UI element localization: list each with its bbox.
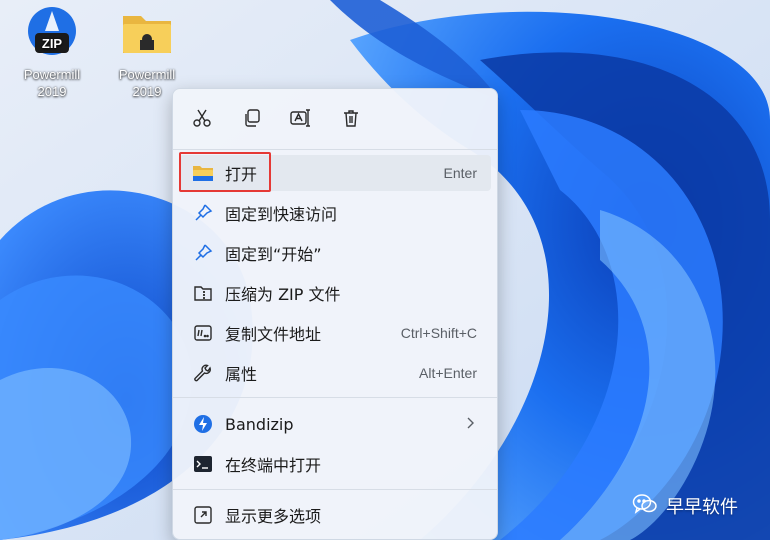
menu-item-shortcut: Ctrl+Shift+C (400, 325, 477, 341)
copy-icon (242, 108, 262, 132)
desktop-icon-label: Powermill (118, 67, 176, 82)
menu-item-pin-quick-access[interactable]: 固定到快速访问 (179, 195, 491, 231)
menu-item-label: 固定到“开始” (225, 245, 322, 264)
menu-separator (173, 397, 497, 398)
rename-icon (290, 108, 312, 132)
menu-item-label: 复制文件地址 (225, 325, 322, 344)
desktop-icon-label-line2: 2019 (37, 84, 67, 99)
zip-folder-icon (191, 281, 215, 305)
menu-item-pin-start[interactable]: 固定到“开始” (179, 235, 491, 271)
context-menu-toolbar (173, 89, 497, 149)
annotation-highlight-box (179, 152, 271, 192)
trash-icon (341, 108, 361, 132)
desktop-icon-label: Powermill (23, 67, 81, 82)
watermark-text: 早早软件 (666, 497, 738, 518)
menu-item-label: Bandizip (225, 414, 294, 434)
pin-icon (191, 241, 215, 265)
menu-separator (173, 489, 497, 490)
watermark: 早早软件 (632, 490, 738, 522)
menu-separator (173, 149, 497, 150)
rename-button[interactable] (286, 105, 316, 135)
scissors-icon (192, 108, 212, 132)
menu-item-compress-zip[interactable]: 压缩为 ZIP 文件 (179, 275, 491, 311)
folder-icon (120, 6, 174, 60)
pin-icon (191, 201, 215, 225)
bandizip-icon (191, 412, 215, 436)
more-options-icon (191, 503, 215, 527)
zip-archive-icon: ZIP (25, 6, 79, 60)
menu-item-shortcut: Enter (443, 165, 477, 181)
menu-item-label: 固定到快速访问 (225, 205, 338, 224)
desktop-icon-zip[interactable]: ZIP Powermill 2019 (7, 6, 97, 100)
menu-item-label: 属性 (225, 365, 258, 384)
wrench-icon (191, 361, 215, 385)
menu-item-label: 在终端中打开 (225, 456, 322, 475)
desktop-icon-folder[interactable]: Powermill 2019 (102, 6, 192, 100)
menu-item-shortcut: Alt+Enter (419, 365, 477, 381)
chevron-right-icon (465, 416, 475, 432)
cut-button[interactable] (187, 105, 217, 135)
menu-item-properties[interactable]: 属性 Alt+Enter (179, 355, 491, 391)
zip-badge-text: ZIP (42, 36, 63, 51)
wechat-icon (632, 493, 658, 520)
delete-button[interactable] (336, 105, 366, 135)
copy-button[interactable] (237, 105, 267, 135)
terminal-icon (191, 452, 215, 476)
menu-item-show-more-options[interactable]: 显示更多选项 (179, 497, 491, 533)
menu-item-bandizip[interactable]: Bandizip (179, 406, 491, 442)
menu-item-label: 显示更多选项 (225, 507, 322, 526)
menu-item-open-terminal[interactable]: 在终端中打开 (179, 446, 491, 482)
menu-item-label: 压缩为 ZIP 文件 (225, 285, 341, 304)
menu-item-copy-path[interactable]: 复制文件地址 Ctrl+Shift+C (179, 315, 491, 351)
copy-path-icon (191, 321, 215, 345)
